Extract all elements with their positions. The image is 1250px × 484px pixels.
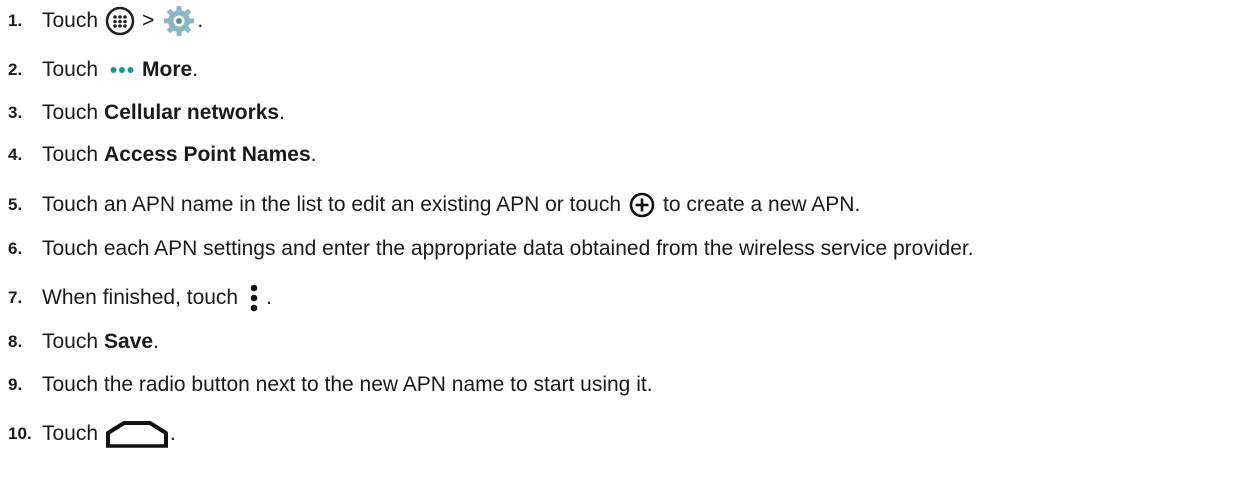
overflow-menu-icon	[246, 283, 262, 313]
step-3: 3. Touch Cellular networks .	[0, 95, 285, 131]
step-4: 4. Touch Access Point Names .	[0, 137, 317, 173]
step-text: Touch	[42, 58, 99, 81]
step-end: .	[266, 286, 272, 309]
step-7: 7. When finished, touch .	[0, 280, 272, 316]
step-text: Touch	[42, 143, 99, 166]
step-text: Touch	[42, 330, 99, 353]
step-number: 3.	[8, 103, 23, 122]
step-bold: Save	[104, 330, 154, 353]
step-9: 9. Touch the radio button next to the ne…	[0, 367, 653, 403]
more-dots-icon	[110, 65, 134, 75]
step-end: .	[197, 9, 204, 32]
apps-icon	[104, 5, 136, 37]
step-text: Touch an APN name in the list to edit an…	[42, 193, 621, 216]
step-number: 5.	[8, 195, 23, 214]
step-8: 8. Touch Save .	[0, 324, 159, 360]
step-number: 2.	[8, 60, 23, 79]
step-text: Touch	[42, 101, 99, 124]
step-number: 10.	[8, 424, 32, 443]
home-icon	[104, 419, 170, 449]
step-10: 10. Touch .	[0, 416, 176, 452]
step-number: 7.	[8, 288, 23, 307]
step-end: .	[153, 330, 159, 353]
step-end: .	[310, 143, 317, 166]
step-number: 9.	[8, 375, 23, 394]
step-separator: >	[142, 9, 155, 32]
step-1: 1. Touch > .	[0, 3, 203, 39]
step-end: .	[192, 58, 199, 81]
step-text-2: to create a new APN.	[663, 193, 861, 216]
step-5: 5. Touch an APN name in the list to edit…	[0, 187, 860, 223]
step-number: 8.	[8, 332, 23, 351]
step-6: 6. Touch each APN settings and enter the…	[0, 231, 974, 267]
settings-gear-icon	[162, 4, 196, 38]
step-text: Touch	[42, 9, 99, 32]
step-text: Touch the radio button next to the new A…	[42, 373, 653, 396]
step-bold: More	[142, 58, 193, 81]
step-text: Touch	[42, 422, 99, 445]
step-number: 4.	[8, 145, 23, 164]
step-text: Touch each APN settings and enter the ap…	[42, 237, 974, 260]
step-bold: Access Point Names	[104, 143, 311, 166]
instruction-steps: 1. Touch > . 2. Touch More . 3. Touch Ce…	[0, 0, 1250, 484]
step-end: .	[279, 101, 285, 124]
add-circle-icon	[629, 192, 655, 218]
step-number: 1.	[8, 11, 23, 30]
step-number: 6.	[8, 239, 23, 258]
step-2: 2. Touch More .	[0, 52, 198, 88]
step-bold: Cellular networks	[104, 101, 280, 124]
step-text: When finished, touch	[42, 286, 239, 309]
step-end: .	[170, 422, 176, 445]
